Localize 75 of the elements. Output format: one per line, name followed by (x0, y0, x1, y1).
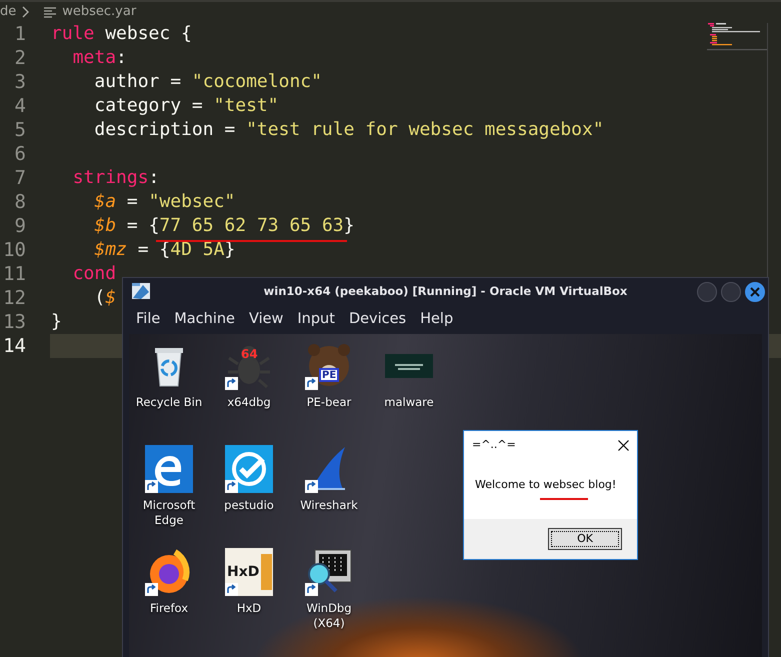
line-number: 10 (2, 238, 26, 263)
desktop-icon-label[interactable]: PE-bear (290, 395, 368, 410)
close-icon (750, 287, 760, 297)
dialog-message: Welcome to websec blog! (475, 477, 637, 494)
edge-icon[interactable] (145, 445, 193, 493)
code-text: : (148, 167, 160, 188)
close-icon[interactable] (618, 440, 629, 450)
ok-button[interactable]: OK (548, 528, 622, 550)
desktop-icon-label[interactable]: Firefox (130, 601, 208, 616)
line-number: 1 (14, 22, 26, 47)
line-number: 5 (14, 118, 26, 143)
code-text: author = (94, 71, 182, 92)
desktop-icon-label[interactable]: x64dbg (210, 395, 288, 410)
code-text: description = (94, 119, 236, 140)
string-literal: "test" (214, 95, 279, 116)
keyword-token: strings (72, 167, 149, 188)
keyword-token: cond (72, 263, 116, 284)
line-number: 7 (14, 166, 26, 191)
line-number: 3 (14, 70, 26, 95)
keyword-token: rule (51, 23, 94, 44)
line-number: 13 (2, 310, 26, 335)
code-text: = (126, 191, 139, 212)
desktop-icon-label[interactable]: HxD (210, 601, 288, 616)
code-text: } (51, 311, 62, 332)
desktop-icon-label[interactable]: malware (370, 395, 448, 410)
dialog-title: =^..^= (472, 436, 516, 453)
line-number: 14 (2, 334, 26, 359)
keyword-token: meta (72, 47, 116, 68)
icon-text: 64 (241, 348, 258, 360)
icon-text: HxD (227, 565, 260, 579)
code-text: websec { (105, 23, 192, 44)
desktop-icon-label[interactable]: Recycle Bin (130, 395, 208, 410)
menu-item[interactable]: File (136, 309, 160, 331)
variable-name: $b (94, 215, 116, 236)
code-text: : (116, 47, 127, 68)
chevron-icon (22, 6, 30, 18)
variable-name: $ (105, 287, 116, 308)
line-number: 11 (2, 262, 26, 287)
icon-text: PE (322, 371, 336, 381)
code-text: } (224, 239, 236, 260)
virtualbox-logo-icon (131, 282, 151, 300)
menu-item[interactable]: View (248, 309, 284, 331)
menu-item[interactable]: Help (420, 309, 454, 331)
menu-item[interactable]: Machine (174, 309, 235, 331)
string-literal: 77 65 62 73 65 63 (159, 215, 344, 236)
code-text: = { (126, 215, 160, 236)
code-text: } (344, 215, 354, 236)
breadcrumb-file[interactable]: websec.yar (62, 2, 136, 22)
file-lines-icon (44, 6, 56, 18)
minimap-drawing (707, 22, 767, 52)
string-literal: "websec" (148, 191, 236, 212)
hex-editor-icon[interactable] (225, 548, 273, 596)
desktop-icon-label[interactable]: WinDbg (X64) (290, 601, 368, 631)
string-literal: 4D 5A (170, 239, 224, 260)
line-number: 12 (2, 286, 26, 311)
desktop-icon-label[interactable]: Microsoft Edge (130, 498, 208, 528)
string-literal: "test rule for websec messagebox" (246, 119, 604, 140)
code-text: ( (94, 287, 106, 308)
line-number: 4 (14, 94, 26, 119)
line-number: 6 (14, 142, 26, 167)
menu-item[interactable]: Input (297, 309, 335, 331)
variable-name: $mz (94, 239, 127, 260)
string-literal: "cocomelonc" (192, 71, 322, 92)
line-number: 8 (14, 190, 26, 215)
breadcrumb-folder[interactable]: de (0, 2, 16, 22)
code-text: = { (138, 239, 170, 260)
menu-item[interactable]: Devices (348, 309, 406, 331)
window-title: win10-x64 (peekaboo) [Running] - Oracle VM VirtualBox (264, 283, 628, 300)
variable-name: $a (94, 191, 116, 212)
desktop-icon-label[interactable]: pestudio (210, 498, 288, 513)
line-number: 2 (14, 46, 26, 71)
code-text: category = (94, 95, 204, 116)
close-button[interactable] (745, 282, 765, 302)
desktop-icon-label[interactable]: Wireshark (290, 498, 368, 513)
line-number: 9 (14, 214, 26, 239)
